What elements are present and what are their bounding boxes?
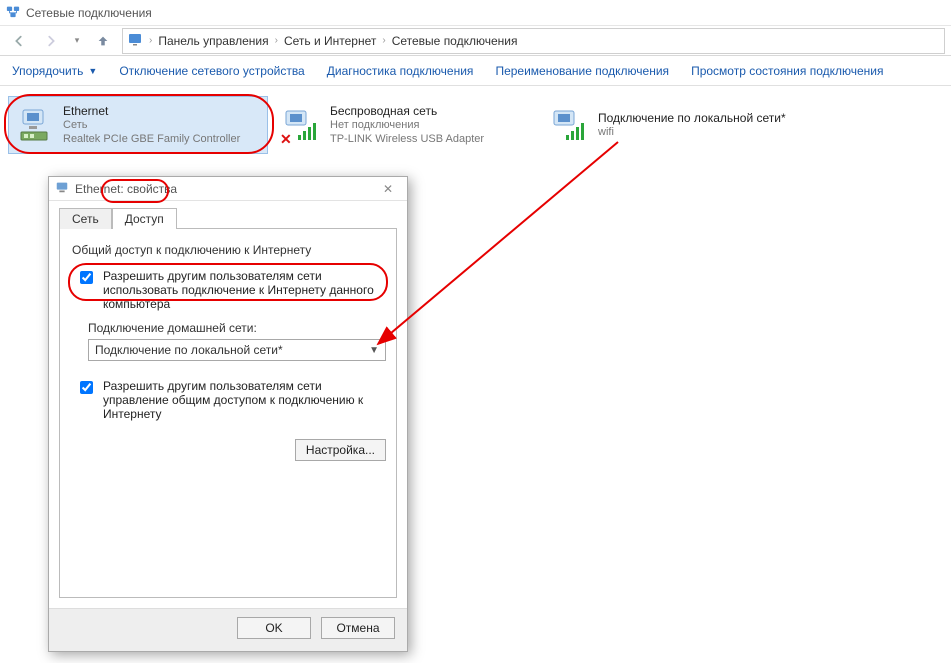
- dialog-button-row: OK Отмена: [49, 608, 407, 651]
- close-button[interactable]: ✕: [375, 182, 401, 196]
- connection-device: Realtek PCIe GBE Family Controller: [63, 133, 261, 147]
- control-panel-icon: [127, 31, 143, 50]
- properties-dialog: Ethernet: свойства ✕ Сеть Доступ Общий д…: [48, 176, 408, 652]
- allow-sharing-checkbox[interactable]: [80, 271, 93, 284]
- up-button[interactable]: [90, 29, 116, 53]
- view-status-button[interactable]: Просмотр состояния подключения: [691, 64, 883, 78]
- cancel-button[interactable]: Отмена: [321, 617, 395, 639]
- allow-sharing-label: Разрешить другим пользователям сети испо…: [103, 269, 380, 311]
- connection-status: Сеть: [63, 119, 261, 133]
- settings-button[interactable]: Настройка...: [295, 439, 386, 461]
- address-bar: ▾ › Панель управления › Сеть и Интернет …: [0, 26, 951, 56]
- sharing-group-label: Общий доступ к подключению к Интернету: [72, 243, 386, 257]
- organize-menu[interactable]: Упорядочить▼: [12, 64, 97, 78]
- command-bar: Упорядочить▼ Отключение сетевого устройс…: [0, 56, 951, 86]
- tab-sharing[interactable]: Доступ: [112, 208, 177, 229]
- back-button[interactable]: [6, 29, 32, 53]
- connection-name: Подключение по локальной сети*: [598, 111, 798, 126]
- connection-item-ethernet[interactable]: Ethernet Сеть Realtek PCIe GBE Family Co…: [8, 96, 268, 154]
- chevron-down-icon: ▼: [88, 66, 97, 76]
- window-titlebar: Сетевые подключения: [0, 0, 951, 26]
- window-title: Сетевые подключения: [26, 6, 152, 20]
- ethernet-small-icon: [55, 180, 69, 197]
- ethernet-icon: [15, 101, 55, 147]
- breadcrumb-item[interactable]: Сеть и Интернет: [284, 34, 376, 48]
- dialog-tabs: Сеть Доступ: [49, 201, 407, 228]
- allow-control-checkbox-row[interactable]: Разрешить другим пользователям сети упра…: [70, 375, 386, 425]
- dialog-body: Общий доступ к подключению к Интернету Р…: [59, 228, 397, 598]
- connections-list: Ethernet Сеть Realtek PCIe GBE Family Co…: [0, 86, 951, 164]
- breadcrumb-item[interactable]: Сетевые подключения: [392, 34, 518, 48]
- app-icon: [6, 4, 20, 21]
- breadcrumb-box[interactable]: › Панель управления › Сеть и Интернет › …: [122, 28, 945, 54]
- recent-locations-button[interactable]: ▾: [70, 29, 84, 53]
- connection-status: Нет подключения: [330, 119, 530, 133]
- chevron-right-icon: ›: [273, 35, 280, 46]
- dialog-title: Ethernet: свойства: [75, 182, 177, 196]
- connection-item-local[interactable]: Подключение по локальной сети* wifi: [544, 96, 804, 154]
- allow-control-label: Разрешить другим пользователям сети упра…: [103, 379, 380, 421]
- chevron-down-icon: ▼: [369, 345, 379, 356]
- connection-name: Ethernet: [63, 104, 261, 119]
- tab-network[interactable]: Сеть: [59, 208, 112, 229]
- rename-connection-button[interactable]: Переименование подключения: [495, 64, 669, 78]
- connection-status: wifi: [598, 126, 798, 140]
- breadcrumb-item[interactable]: Панель управления: [158, 34, 268, 48]
- dialog-titlebar[interactable]: Ethernet: свойства ✕: [49, 177, 407, 201]
- wireless-icon: ✕: [282, 100, 322, 146]
- allow-sharing-checkbox-row[interactable]: Разрешить другим пользователям сети испо…: [70, 265, 386, 315]
- home-connection-label: Подключение домашней сети:: [88, 321, 386, 335]
- home-connection-select[interactable]: Подключение по локальной сети* ▼: [88, 339, 386, 361]
- ok-button[interactable]: OK: [237, 617, 311, 639]
- content-area: Ethernet Сеть Realtek PCIe GBE Family Co…: [0, 86, 951, 663]
- chevron-right-icon: ›: [147, 35, 154, 46]
- connection-item-wireless[interactable]: ✕ Беспроводная сеть Нет подключения TP-L…: [276, 96, 536, 154]
- diagnose-connection-button[interactable]: Диагностика подключения: [327, 64, 474, 78]
- wireless-icon: [550, 100, 590, 146]
- allow-control-checkbox[interactable]: [80, 381, 93, 394]
- home-connection-value: Подключение по локальной сети*: [95, 343, 283, 357]
- disable-device-button[interactable]: Отключение сетевого устройства: [119, 64, 304, 78]
- connection-name: Беспроводная сеть: [330, 104, 530, 119]
- forward-button[interactable]: [38, 29, 64, 53]
- chevron-right-icon: ›: [380, 35, 387, 46]
- disconnected-x-icon: ✕: [280, 131, 292, 148]
- connection-device: TP-LINK Wireless USB Adapter: [330, 133, 530, 147]
